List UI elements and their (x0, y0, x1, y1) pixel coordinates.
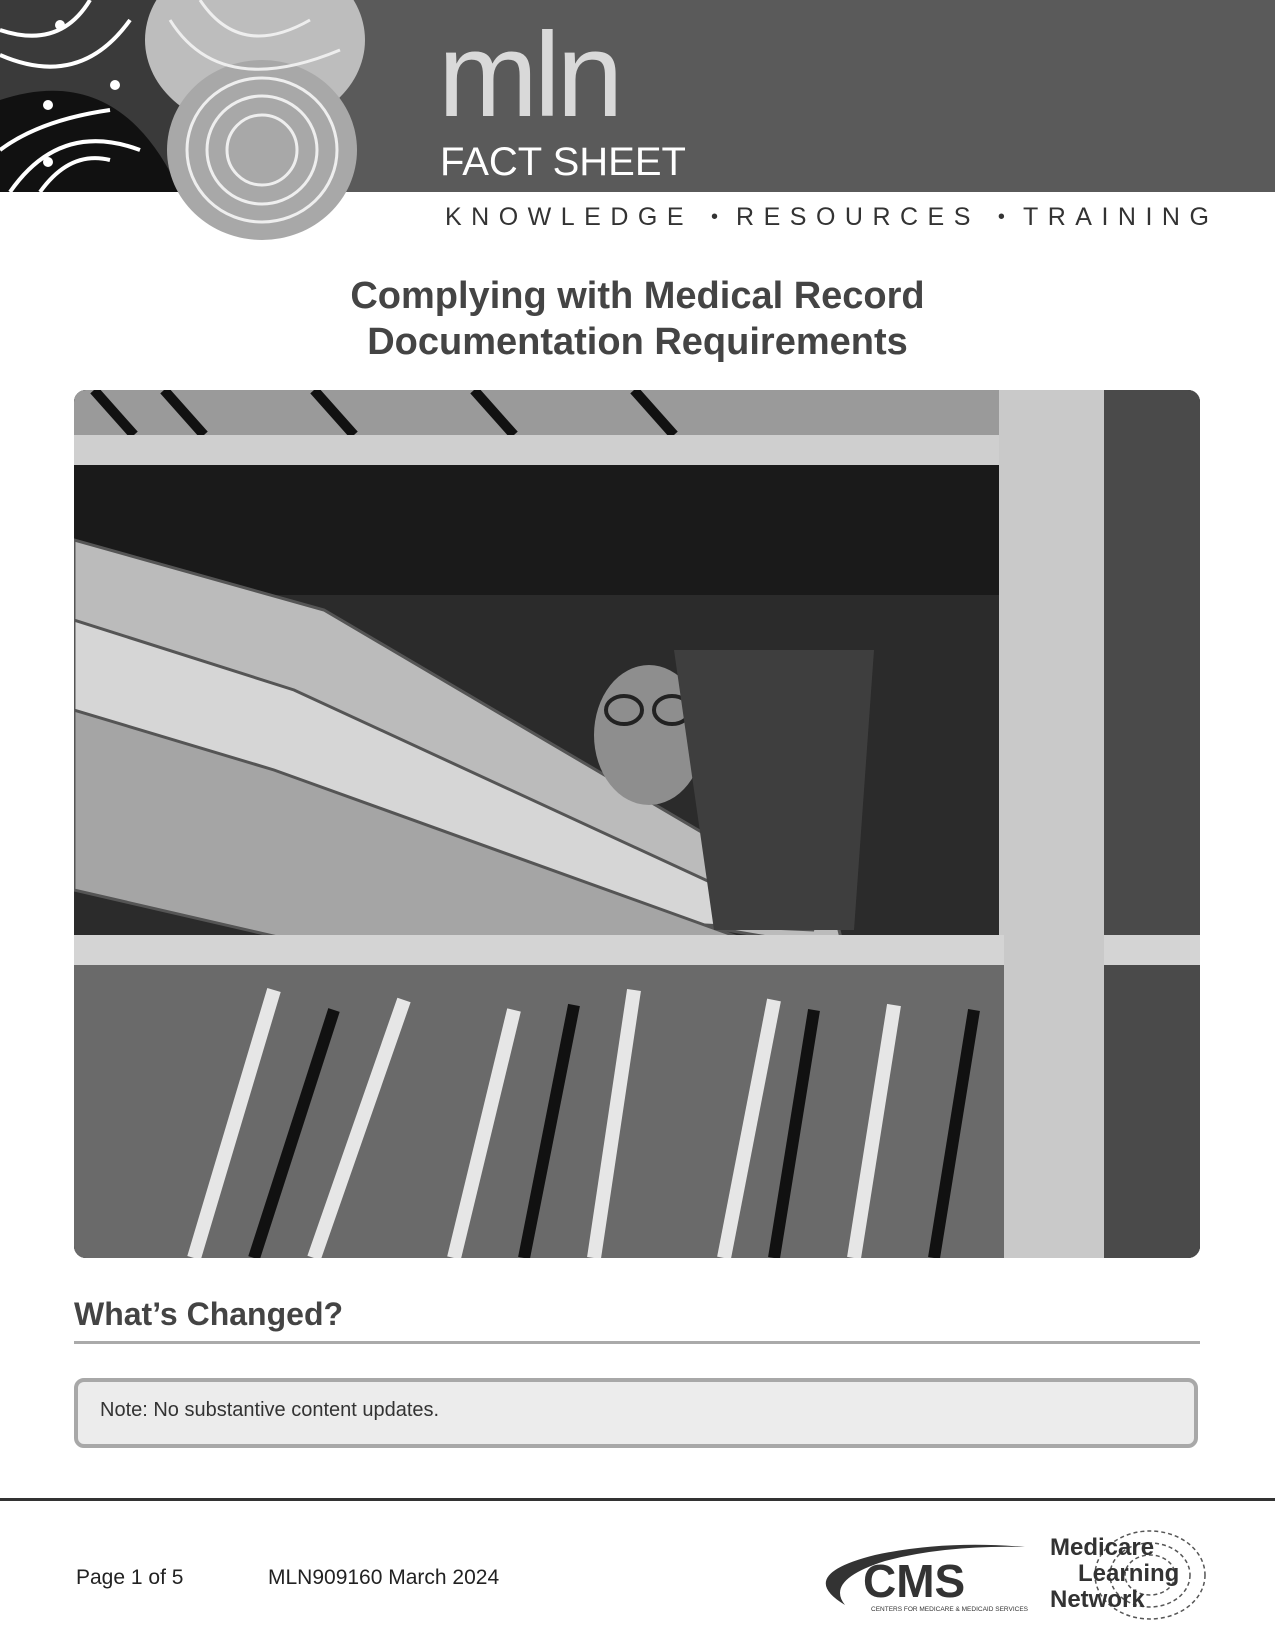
cover-photo (74, 390, 1200, 1258)
tagline: KNOWLEDGE • RESOURCES • TRAINING (445, 203, 1218, 232)
cover-photo-illustration (74, 390, 1200, 1258)
fact-sheet-label: FACT SHEET (440, 140, 686, 184)
cms-logo-tagline: CENTERS FOR MEDICARE & MEDICAID SERVICES (871, 1606, 1029, 1613)
footer-divider (0, 1498, 1275, 1501)
cms-logo-icon: CMS CENTERS FOR MEDICARE & MEDICAID SERV… (825, 1544, 1029, 1613)
tagline-training: TRAINING (1022, 203, 1219, 231)
mln-logo-line-3: Network (1050, 1586, 1145, 1613)
medicare-learning-network-logo-icon: Medicare Learning Network (1050, 1530, 1206, 1620)
tagline-knowledge: KNOWLEDGE (445, 203, 694, 231)
whats-changed-heading: What’s Changed? (74, 1296, 344, 1332)
cms-logo-text: CMS (863, 1555, 965, 1607)
mln-logo-line-1: Medicare (1050, 1534, 1154, 1561)
document-code: MLN909160 March 2024 (268, 1566, 500, 1589)
title-line-2: Documentation Requirements (367, 321, 908, 363)
note-box: Note: No substantive content updates. (74, 1378, 1198, 1448)
page-number: Page 1 of 5 (76, 1566, 184, 1589)
tagline-separator: • (997, 206, 1005, 228)
document-title: Complying with Medical Record Documentat… (0, 273, 1275, 365)
tagline-separator: • (711, 206, 719, 228)
tagline-resources: RESOURCES (736, 203, 980, 231)
section-divider (74, 1341, 1200, 1344)
header-circuit-art (0, 0, 365, 240)
mln-brand: mln (438, 8, 623, 142)
note-text: Note: No substantive content updates. (100, 1399, 440, 1421)
title-line-1: Complying with Medical Record (350, 275, 925, 317)
mln-logo-line-2: Learning (1078, 1560, 1179, 1587)
